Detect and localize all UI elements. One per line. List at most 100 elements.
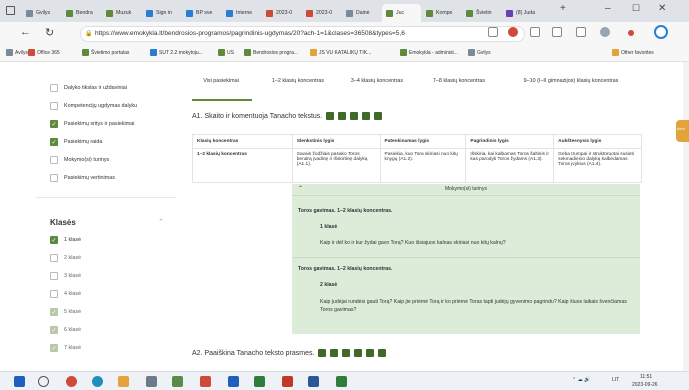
chevron-up-icon[interactable]: ⌃ — [158, 218, 164, 226]
collapse-icon[interactable]: ⌃ — [298, 185, 303, 192]
concentration-tab[interactable]: Visi pasiekimai — [190, 78, 252, 85]
filter-item[interactable]: Kompetencijų ugdymas dalyku — [50, 102, 137, 110]
browser-tab[interactable]: (8) Juda — [502, 4, 541, 22]
notification-icon[interactable] — [628, 30, 634, 36]
other-favorites[interactable]: Other favorites — [612, 49, 654, 56]
tab-favicon — [466, 9, 473, 17]
bing-icon[interactable] — [654, 25, 668, 39]
browser-tab[interactable]: Muzuk — [102, 4, 141, 22]
excel-icon[interactable] — [336, 376, 347, 387]
excel-icon[interactable] — [254, 376, 265, 387]
favorite-item[interactable]: Švietimo portalas — [82, 49, 129, 56]
back-icon[interactable]: ← — [20, 26, 31, 38]
favorite-item[interactable]: Emokykla - administ... — [400, 49, 458, 56]
new-tab-icon[interactable]: + — [560, 3, 566, 14]
close-window-icon[interactable]: ✕ — [658, 3, 666, 14]
file-explorer-icon[interactable] — [118, 376, 129, 387]
class-checkbox[interactable] — [50, 290, 58, 298]
read-aloud-icon[interactable] — [488, 27, 498, 37]
browser-tab[interactable]: Švietin — [462, 4, 501, 22]
filter-item[interactable]: Dalyko tikslas ir uždaviniai — [50, 84, 127, 92]
filter-checkbox[interactable]: ✓ — [50, 138, 58, 146]
collections-icon[interactable] — [576, 27, 586, 37]
refresh-icon[interactable]: ↻ — [45, 26, 54, 39]
class-filter-item[interactable]: ✓ 1 klasė — [50, 236, 81, 244]
language-indicator[interactable]: LIT — [612, 377, 619, 383]
browser-tab-bar: Gvilys Bendra Muzuk Sign in BP sve Interne 202… — [0, 0, 689, 22]
class-filter-item[interactable]: 4 klasė — [50, 290, 81, 298]
outlook-icon[interactable] — [228, 376, 239, 387]
class-filter-item[interactable]: 3 klasė — [50, 272, 81, 280]
browser-tab[interactable]: 2023-0 — [302, 4, 341, 22]
favorite-item[interactable]: Office 365 — [28, 49, 60, 56]
divider — [292, 195, 640, 196]
browser-tab[interactable]: Bendra — [62, 4, 101, 22]
browser-tab[interactable]: 2023-0 — [262, 4, 301, 22]
class-checkbox[interactable]: ✓ — [50, 344, 58, 352]
class-checkbox[interactable]: ✓ — [50, 308, 58, 316]
favorite-item[interactable]: JS VU KATALIKŲ TIK... — [310, 49, 371, 56]
side-badge[interactable]: Iumi — [676, 120, 689, 142]
filter-checkbox[interactable]: ✓ — [50, 120, 58, 128]
class-filter-item[interactable]: ✓ 6 klasė — [50, 326, 81, 334]
favorite-item[interactable]: Gvilys — [468, 49, 491, 56]
filter-checkbox[interactable] — [50, 156, 58, 164]
url-field[interactable]: 🔒 https://www.emokykla.lt/bendrosios-pro… — [80, 26, 525, 42]
filter-checkbox[interactable] — [50, 84, 58, 92]
browser-tab[interactable]: BP sve — [182, 4, 221, 22]
browser-tab[interactable]: Interne — [222, 4, 261, 22]
word-icon[interactable] — [308, 376, 319, 387]
class-checkbox[interactable]: ✓ — [50, 326, 58, 334]
browser-tab[interactable]: Juc — [382, 4, 421, 22]
refresh-extension-icon[interactable] — [530, 27, 540, 37]
extension-icon[interactable] — [508, 27, 518, 37]
concentration-tab[interactable]: 7–8 klasių koncentras — [422, 78, 496, 85]
favorite-item[interactable]: US — [218, 49, 234, 56]
tray-icons[interactable]: ⌃ ☁ 🔊 — [572, 377, 590, 383]
filter-item[interactable]: ✓ Pasiekimų raida — [50, 138, 102, 146]
browser-tab[interactable]: Kompe — [422, 4, 461, 22]
class-filter-item[interactable]: ✓ 7 klasė — [50, 344, 81, 352]
maximize-icon[interactable]: ☐ — [632, 3, 640, 14]
filter-item[interactable]: Mokymo(si) turinys — [50, 156, 109, 164]
concentration-tab[interactable]: 9–10 (I–II gimnazijos) klasių koncentras — [516, 78, 626, 85]
minimize-icon[interactable]: – — [605, 3, 611, 14]
antivirus-icon[interactable] — [200, 376, 211, 387]
scrollbar[interactable] — [683, 62, 689, 371]
concentration-tab[interactable]: 1–2 klasių koncentras — [266, 78, 330, 85]
start-icon[interactable] — [14, 376, 25, 387]
content-panel-header[interactable]: ⌃ Mokymo(si) turinys — [292, 184, 640, 194]
clock-date[interactable]: 2023-09-26 — [632, 382, 658, 388]
filters-panel: Dalyko tikslas ir uždaviniai Kompetencijų… — [36, 62, 176, 197]
browser-tab[interactable]: Dainė — [342, 4, 381, 22]
acrobat-icon[interactable] — [282, 376, 293, 387]
filter-checkbox[interactable] — [50, 102, 58, 110]
filter-item[interactable]: ✓ Pasiekimų sritys ir pasiekimai — [50, 120, 134, 128]
filter-item[interactable]: Pasiekimų vertinimas — [50, 174, 115, 182]
clock-time[interactable]: 11:51 — [640, 374, 652, 380]
calculator-icon[interactable] — [146, 376, 157, 387]
a2-title: A2. Paaiškina Tanacho teksto prasmes. — [192, 349, 315, 357]
tab-actions-icon[interactable] — [6, 6, 15, 15]
graduation-icon — [378, 349, 387, 357]
filter-checkbox[interactable] — [50, 174, 58, 182]
favorites-icon[interactable] — [552, 27, 562, 37]
browser-tab[interactable]: Sign in — [142, 4, 181, 22]
class-checkbox[interactable] — [50, 272, 58, 280]
favorite-item[interactable]: Bendrosios progra... — [244, 49, 298, 56]
edge-icon[interactable] — [92, 376, 103, 387]
chrome-icon[interactable] — [66, 376, 77, 387]
app-icon[interactable] — [172, 376, 183, 387]
block-title: Toros gavimas. 1–2 klasių koncentras. — [298, 266, 393, 272]
concentration-tab[interactable]: 3–4 klasių koncentras — [342, 78, 412, 85]
class-checkbox[interactable] — [50, 254, 58, 262]
search-icon[interactable] — [38, 376, 49, 387]
class-checkbox[interactable]: ✓ — [50, 236, 58, 244]
profile-avatar[interactable] — [600, 27, 610, 37]
favorite-item[interactable]: SUT 2.2 mokytoju... — [150, 49, 203, 56]
browser-tab[interactable]: Gvilys — [22, 4, 61, 22]
table-header: Aukštesnysis lygis — [553, 134, 642, 149]
class-filter-item[interactable]: 2 klasė — [50, 254, 81, 262]
class-filter-item[interactable]: ✓ 5 klasė — [50, 308, 81, 316]
favorite-item[interactable]: Avilys — [6, 49, 28, 56]
